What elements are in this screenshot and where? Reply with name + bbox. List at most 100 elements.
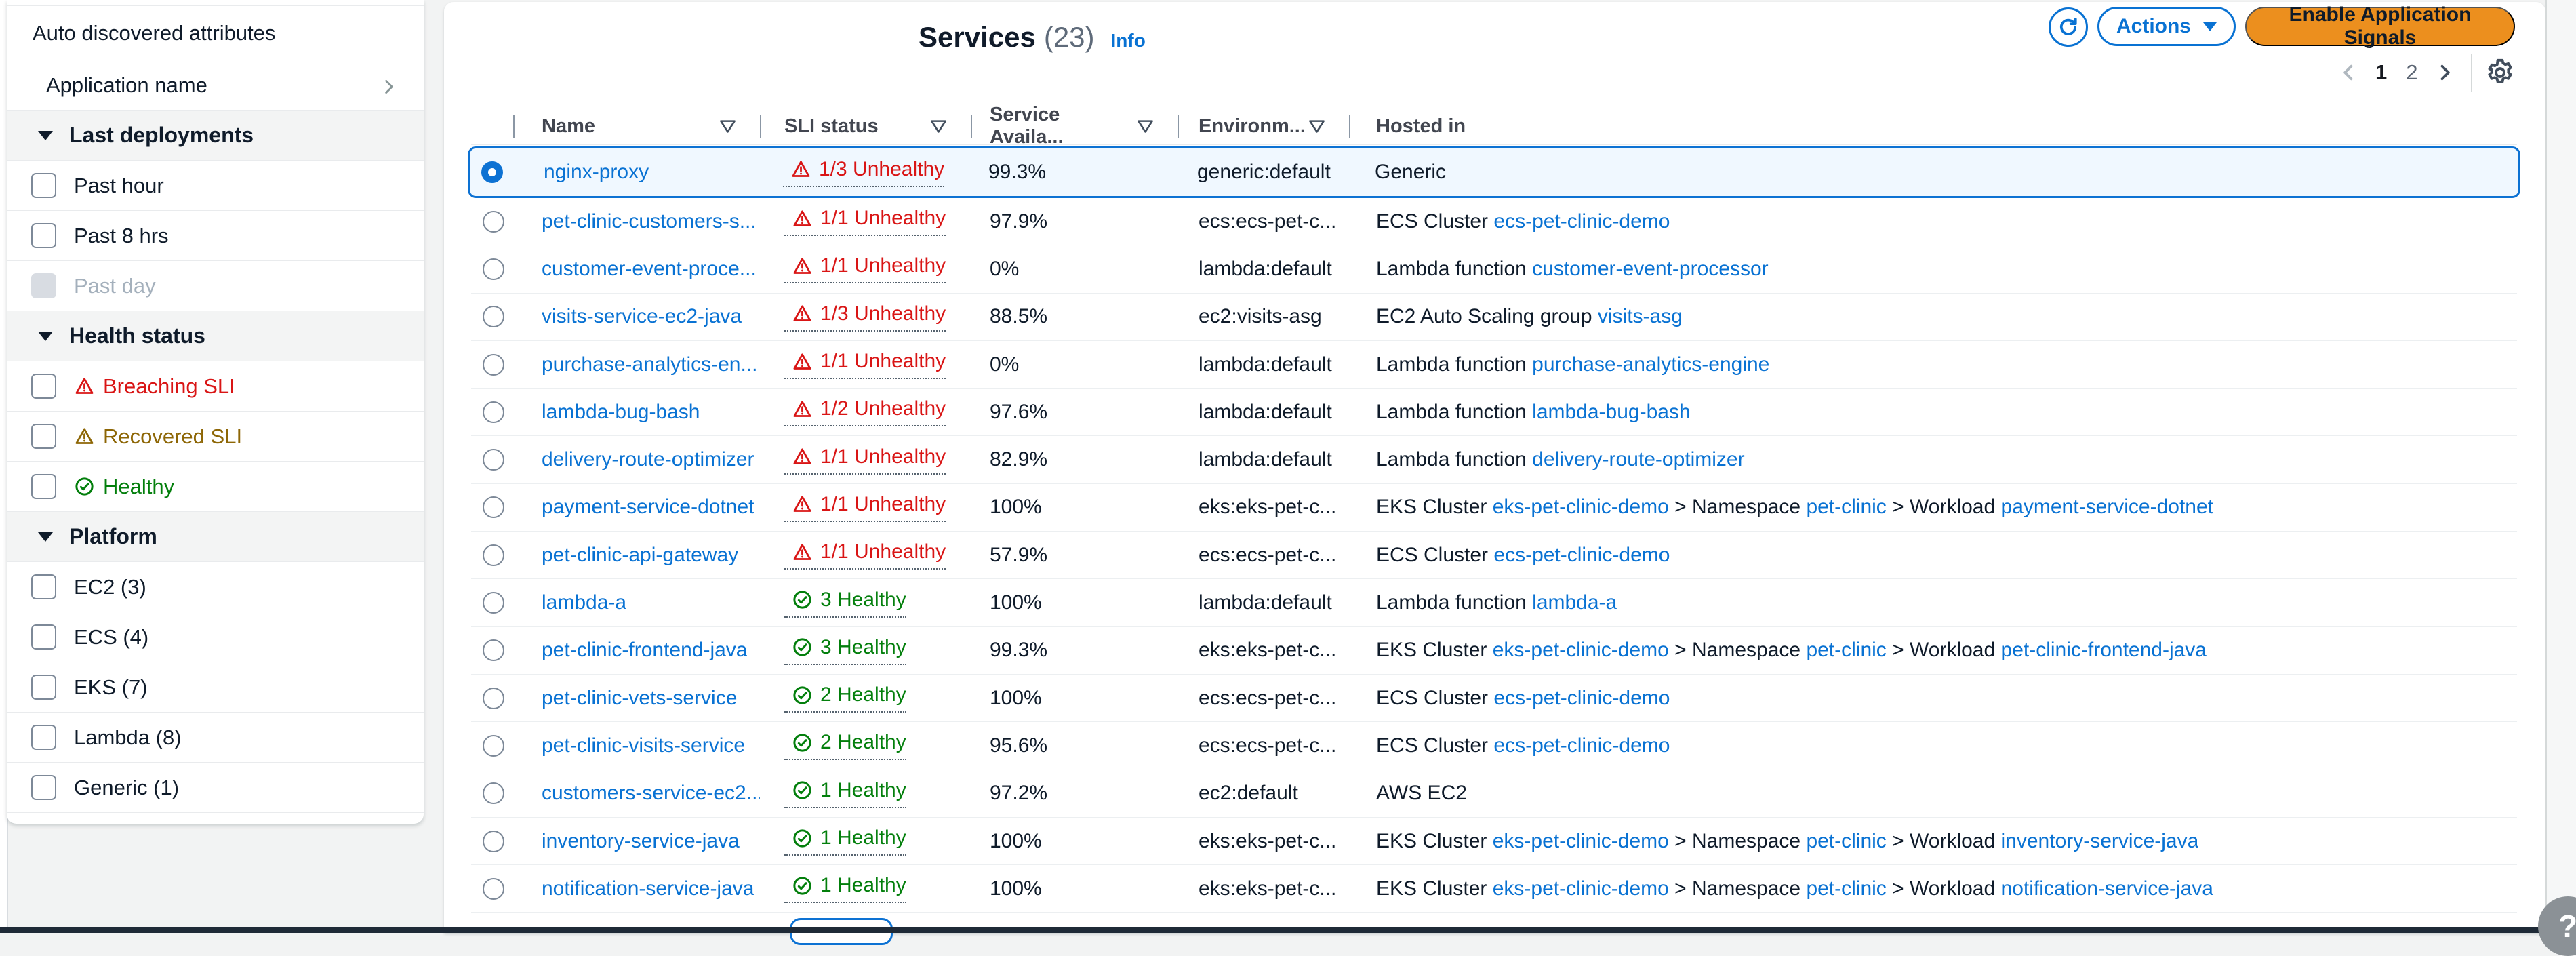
- info-link[interactable]: Info: [1111, 30, 1146, 52]
- radio-button[interactable]: [483, 878, 504, 900]
- column-header-name[interactable]: Name: [513, 108, 760, 144]
- service-name-link[interactable]: nginx-proxy: [544, 161, 649, 184]
- gear-icon[interactable]: [2484, 57, 2516, 88]
- service-name-link[interactable]: notification-service-java: [542, 877, 754, 900]
- hosted-resource-link[interactable]: pet-clinic: [1806, 877, 1886, 900]
- radio-button[interactable]: [483, 688, 504, 709]
- table-row[interactable]: lambda-bug-bash1/2 Unhealthy97.6%lambda:…: [471, 389, 2517, 436]
- radio-button[interactable]: [483, 306, 504, 327]
- sli-status-trigger[interactable]: 3 Healthy: [784, 636, 906, 665]
- sidebar-item-recovered-sli[interactable]: Recovered SLI: [7, 412, 424, 462]
- radio-button[interactable]: [483, 401, 504, 423]
- hosted-resource-link[interactable]: delivery-route-optimizer: [1532, 448, 1744, 471]
- sli-status-trigger[interactable]: 1/1 Unhealthy: [784, 493, 946, 522]
- hosted-resource-link[interactable]: customer-event-processor: [1532, 258, 1768, 280]
- table-row[interactable]: notification-service-java1 Healthy100%ek…: [471, 865, 2517, 913]
- service-name-link[interactable]: lambda-a: [542, 591, 626, 614]
- service-name-link[interactable]: pet-clinic-vets-service: [542, 687, 737, 710]
- table-row[interactable]: customer-event-proce...1/1 Unhealthy0%la…: [471, 245, 2517, 293]
- service-name-link[interactable]: pet-clinic-customers-s...: [542, 210, 757, 233]
- table-row[interactable]: purchase-analytics-en...1/1 Unhealthy0%l…: [471, 341, 2517, 389]
- checkbox[interactable]: [31, 725, 56, 750]
- hosted-resource-link[interactable]: pet-clinic: [1806, 496, 1886, 518]
- service-name-link[interactable]: pet-clinic-api-gateway: [542, 544, 738, 567]
- sli-status-trigger[interactable]: 1/1 Unhealthy: [784, 350, 946, 379]
- page-number-1[interactable]: 1: [2375, 60, 2387, 84]
- enable-application-signals-button[interactable]: Enable Application Signals: [2245, 7, 2515, 46]
- table-row[interactable]: customers-service-ec2...1 Healthy97.2%ec…: [471, 770, 2517, 818]
- sidebar-item-breaching-sli[interactable]: Breaching SLI: [7, 361, 424, 412]
- sidebar-item-past-day[interactable]: Past day: [7, 261, 424, 311]
- previous-page-icon[interactable]: [2339, 62, 2359, 83]
- checkbox[interactable]: [31, 574, 56, 599]
- checkbox[interactable]: [31, 624, 56, 650]
- sli-status-trigger[interactable]: 1/1 Unhealthy: [784, 207, 946, 236]
- radio-button[interactable]: [483, 782, 504, 804]
- sidebar-item-healthy[interactable]: Healthy: [7, 462, 424, 512]
- radio-button[interactable]: [483, 258, 504, 280]
- service-name-link[interactable]: customers-service-ec2...: [542, 782, 760, 805]
- column-header-sli-status[interactable]: SLI status: [760, 108, 971, 144]
- table-row[interactable]: pet-clinic-visits-service2 Healthy95.6%e…: [471, 722, 2517, 770]
- sli-status-trigger[interactable]: 1/1 Unhealthy: [784, 254, 946, 283]
- table-row[interactable]: nginx-proxy1/3 Unhealthy99.3%generic:def…: [468, 146, 2520, 198]
- filter-icon[interactable]: [929, 119, 948, 134]
- sidebar-item-lambda-8-[interactable]: Lambda (8): [7, 713, 424, 763]
- hosted-resource-link[interactable]: ecs-pet-clinic-demo: [1493, 734, 1670, 757]
- sli-status-trigger[interactable]: 1 Healthy: [784, 826, 906, 856]
- sidebar-item-past-hour[interactable]: Past hour: [7, 161, 424, 211]
- radio-button[interactable]: [483, 639, 504, 661]
- sli-status-trigger[interactable]: 1/1 Unhealthy: [784, 540, 946, 570]
- service-name-link[interactable]: pet-clinic-visits-service: [542, 734, 745, 757]
- radio-button[interactable]: [483, 496, 504, 518]
- hosted-resource-link[interactable]: eks-pet-clinic-demo: [1493, 877, 1669, 900]
- sli-status-trigger[interactable]: 3 Healthy: [784, 589, 906, 618]
- next-page-icon[interactable]: [2434, 62, 2455, 83]
- sidebar-item-eks-7-[interactable]: EKS (7): [7, 662, 424, 713]
- service-name-link[interactable]: payment-service-dotnet: [542, 496, 754, 519]
- hosted-resource-link[interactable]: pet-clinic: [1806, 830, 1886, 852]
- table-row[interactable]: pet-clinic-frontend-java3 Healthy99.3%ek…: [471, 627, 2517, 675]
- scrollbar-gutter[interactable]: [2545, 0, 2576, 933]
- sli-status-trigger[interactable]: 2 Healthy: [784, 683, 906, 713]
- table-row[interactable]: visits-service-ec2-java1/3 Unhealthy88.5…: [471, 294, 2517, 341]
- checkbox[interactable]: [31, 424, 56, 449]
- sli-status-trigger[interactable]: 1/3 Unhealthy: [783, 158, 944, 187]
- service-name-link[interactable]: customer-event-proce...: [542, 258, 757, 281]
- service-name-link[interactable]: purchase-analytics-en...: [542, 353, 758, 376]
- service-name-link[interactable]: pet-clinic-frontend-java: [542, 639, 747, 662]
- column-header-environm-[interactable]: Environm...: [1178, 108, 1349, 144]
- filter-icon[interactable]: [1308, 119, 1326, 134]
- hosted-resource-link[interactable]: ecs-pet-clinic-demo: [1493, 687, 1670, 709]
- radio-button[interactable]: [483, 211, 504, 233]
- hosted-resource-link[interactable]: eks-pet-clinic-demo: [1493, 830, 1669, 852]
- hosted-resource-link[interactable]: eks-pet-clinic-demo: [1493, 639, 1669, 661]
- table-row[interactable]: pet-clinic-customers-s...1/1 Unhealthy97…: [471, 198, 2517, 245]
- checkbox[interactable]: [31, 675, 56, 700]
- sli-status-trigger[interactable]: 1 Healthy: [784, 779, 906, 808]
- hosted-resource-link[interactable]: lambda-a: [1532, 591, 1617, 614]
- sidebar-item-generic-1-[interactable]: Generic (1): [7, 763, 424, 813]
- radio-button[interactable]: [483, 735, 504, 757]
- table-row[interactable]: pet-clinic-vets-service2 Healthy100%ecs:…: [471, 675, 2517, 722]
- hosted-resource-link[interactable]: notification-service-java: [2001, 877, 2213, 900]
- service-name-link[interactable]: inventory-service-java: [542, 830, 740, 853]
- sidebar-section-header-health-status[interactable]: Health status: [7, 311, 424, 361]
- table-row[interactable]: delivery-route-optimizer1/1 Unhealthy82.…: [471, 437, 2517, 484]
- service-name-link[interactable]: lambda-bug-bash: [542, 401, 700, 424]
- table-row[interactable]: lambda-a3 Healthy100%lambda:defaultLambd…: [471, 579, 2517, 626]
- column-header-hosted-in[interactable]: Hosted in: [1349, 108, 2517, 144]
- checkbox[interactable]: [31, 173, 56, 198]
- radio-button[interactable]: [483, 354, 504, 376]
- hosted-resource-link[interactable]: pet-clinic: [1806, 639, 1886, 661]
- hosted-resource-link[interactable]: eks-pet-clinic-demo: [1493, 496, 1669, 518]
- sidebar-section-header-platform[interactable]: Platform: [7, 512, 424, 562]
- application-name-row[interactable]: Application name: [7, 60, 424, 111]
- refresh-button[interactable]: [2049, 7, 2088, 47]
- hosted-resource-link[interactable]: ecs-pet-clinic-demo: [1493, 544, 1670, 566]
- hosted-resource-link[interactable]: pet-clinic-frontend-java: [2001, 639, 2207, 661]
- hosted-resource-link[interactable]: inventory-service-java: [2001, 830, 2199, 852]
- checkbox[interactable]: [31, 474, 56, 499]
- filter-icon[interactable]: [719, 119, 737, 134]
- sli-status-trigger[interactable]: 1 Healthy: [784, 874, 906, 903]
